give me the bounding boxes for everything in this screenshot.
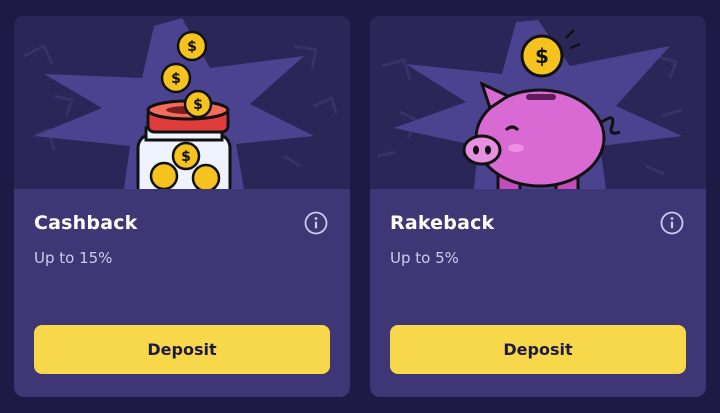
- coin-symbol: $: [171, 71, 181, 87]
- rakeback-hero: $: [370, 16, 706, 189]
- rakeback-card: $ Rakeback Up to 5% Deposit: [370, 16, 706, 397]
- cashback-hero: $ $ $ $: [14, 16, 350, 189]
- card-title: Cashback: [34, 212, 138, 234]
- promo-cards: $ $ $ $ Cashback Up to 15% Deposit $ Rak…: [14, 16, 706, 397]
- card-title: Rakeback: [390, 212, 495, 234]
- deposit-button[interactable]: Deposit: [390, 325, 686, 374]
- coin-jar-icon: $ $ $ $: [136, 30, 232, 189]
- coin-symbol: $: [193, 97, 203, 113]
- cashback-card: $ $ $ $ Cashback Up to 15% Deposit: [14, 16, 350, 397]
- coin-symbol: $: [181, 149, 191, 165]
- deposit-button[interactable]: Deposit: [34, 325, 330, 374]
- coin-symbol: $: [187, 39, 197, 55]
- info-icon[interactable]: [304, 211, 328, 235]
- card-subtitle: Up to 5%: [390, 249, 459, 267]
- piggy-bank-icon: $: [462, 29, 621, 189]
- card-subtitle: Up to 15%: [34, 249, 113, 267]
- info-icon[interactable]: [660, 211, 684, 235]
- coin-symbol: $: [535, 44, 549, 68]
